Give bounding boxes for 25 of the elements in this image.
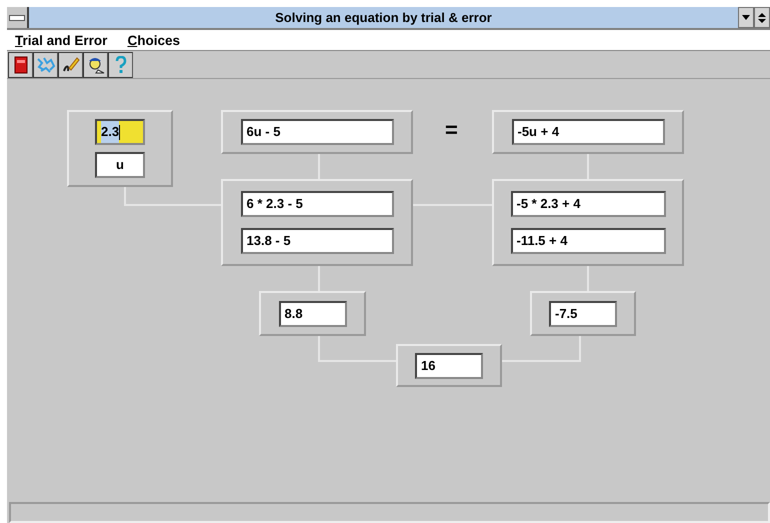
equals-sign: =: [445, 117, 458, 143]
menu-item[interactable]: Trial and Error: [15, 32, 108, 48]
result-field[interactable]: 8.8: [278, 300, 346, 326]
simplified-field[interactable]: 13.8 - 5: [240, 228, 394, 254]
expression-field[interactable]: 6u - 5: [240, 119, 394, 145]
substitution-field[interactable]: -5 * 2.3 + 4: [510, 191, 666, 218]
pen-icon[interactable]: [58, 52, 83, 78]
variable-field[interactable]: u: [95, 152, 145, 178]
up-down-arrow-icon: [758, 12, 766, 22]
result-field[interactable]: -7.5: [549, 300, 617, 326]
help-icon[interactable]: [108, 52, 133, 78]
book-icon[interactable]: [8, 52, 33, 78]
window-title: Solving an equation by trial & error: [274, 9, 493, 27]
restore-button[interactable]: [754, 7, 770, 28]
substitution-field[interactable]: 6 * 2.3 - 5: [240, 191, 394, 218]
minimize-button[interactable]: [738, 7, 754, 28]
pattern-icon[interactable]: [33, 52, 58, 78]
system-menu-button[interactable]: [7, 7, 29, 28]
person-icon[interactable]: [83, 52, 108, 78]
expression-field[interactable]: -5u + 4: [512, 119, 664, 145]
difference-field[interactable]: 16: [415, 352, 483, 378]
down-arrow-icon: [742, 14, 750, 20]
simplified-field[interactable]: -11.5 + 4: [510, 228, 666, 254]
value-field[interactable]: 2.3: [95, 119, 145, 145]
menu-item[interactable]: Choices: [127, 32, 180, 48]
